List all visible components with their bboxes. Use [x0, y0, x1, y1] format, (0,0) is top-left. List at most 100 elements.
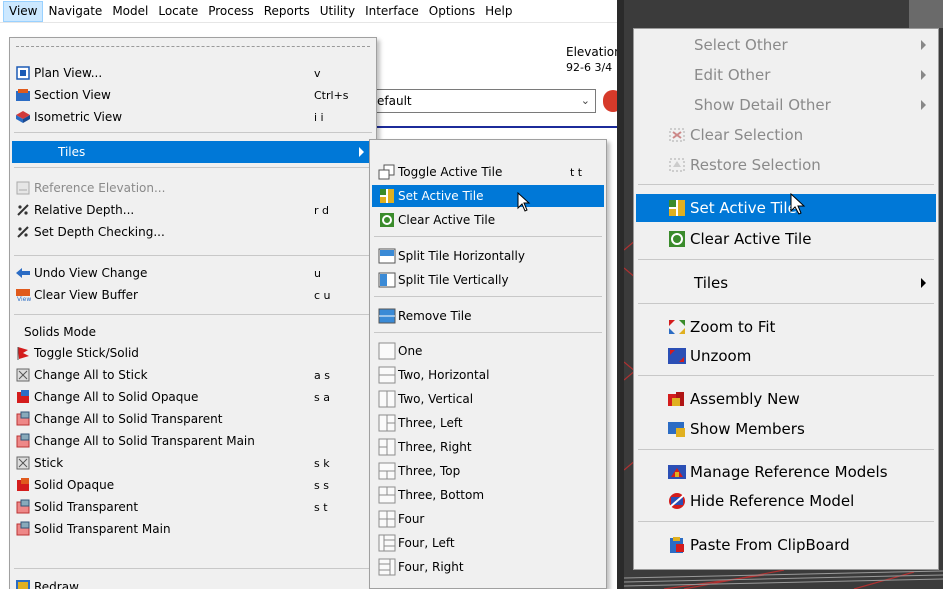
toggle-stick-solid-icon [14, 345, 32, 361]
ctx-item-clear-selection[interactable]: Clear Selection [636, 121, 936, 149]
svg-text:View: View [17, 296, 31, 302]
menu-item-reference-elevation[interactable]: Reference Elevation... [12, 177, 374, 199]
tiles-item-clear-active-tile[interactable]: Clear Active Tile [372, 209, 604, 231]
chevron-down-icon[interactable]: ⌄ [581, 90, 590, 112]
menu-locate[interactable]: Locate [153, 1, 203, 22]
show-members-icon [666, 419, 688, 439]
paste-clipboard-icon [666, 535, 688, 555]
ctx-item-hide-reference-model[interactable]: Hide Reference Model [636, 487, 936, 515]
menu-item-toggle-stick-solid[interactable]: Toggle Stick/Solid [12, 342, 374, 364]
tiles-item-three-right[interactable]: Three, Right [372, 436, 604, 458]
tiles-item-label: Four [398, 512, 425, 526]
menu-utility[interactable]: Utility [315, 1, 360, 22]
panel-divider [617, 0, 624, 589]
menu-separator [638, 303, 934, 304]
menu-navigate[interactable]: Navigate [43, 1, 107, 22]
menu-item-undo-view-change[interactable]: Undo View Change u [12, 262, 374, 284]
divider-line [370, 126, 617, 128]
ctx-item-label: Zoom to Fit [690, 318, 776, 336]
ctx-item-set-active-tile[interactable]: Set Active Tile [636, 194, 936, 222]
tiles-item-two-horizontal[interactable]: Two, Horizontal [372, 364, 604, 386]
layer-combo[interactable]: efault ⌄ [370, 89, 596, 113]
menu-item-label: Solid Transparent [34, 500, 139, 514]
tiles-item-set-active-tile[interactable]: Set Active Tile [372, 185, 604, 207]
ctx-item-show-detail-other[interactable]: Show Detail Other [636, 91, 936, 119]
menu-help[interactable]: Help [480, 1, 517, 22]
menu-item-plan-view[interactable]: Plan View... v [12, 62, 374, 84]
menu-item-change-all-solid-opaque[interactable]: Change All to Solid Opaque s a [12, 386, 374, 408]
menu-separator [14, 167, 372, 168]
ctx-item-restore-selection[interactable]: Restore Selection [636, 151, 936, 179]
menu-item-shortcut: c u [314, 288, 331, 302]
menu-item-change-all-solid-transparent[interactable]: Change All to Solid Transparent [12, 408, 374, 430]
app-window-left: View Navigate Model Locate Process Repor… [0, 0, 617, 589]
ctx-item-assembly-new[interactable]: Assembly New [636, 385, 936, 413]
menu-options[interactable]: Options [424, 1, 480, 22]
ctx-item-unzoom[interactable]: Unzoom [636, 342, 936, 370]
menu-interface[interactable]: Interface [360, 1, 424, 22]
tiles-item-three-top[interactable]: Three, Top [372, 460, 604, 482]
menu-item-change-all-solid-transparent-main[interactable]: Change All to Solid Transparent Main [12, 430, 374, 452]
submenu-arrow-icon [359, 147, 364, 157]
tiles-item-remove-tile[interactable]: Remove Tile [372, 305, 604, 327]
menu-item-clear-view-buffer[interactable]: View Clear View Buffer c u [12, 284, 374, 306]
clear-selection-icon [666, 125, 688, 145]
tiles-item-split-horizontally[interactable]: Split Tile Horizontally [372, 245, 604, 267]
change-all-solid-transparent-main-icon [14, 433, 32, 449]
menu-bar: View Navigate Model Locate Process Repor… [0, 0, 617, 23]
menu-item-stick[interactable]: Stick s k [12, 452, 374, 474]
menu-item-set-depth-checking[interactable]: Set Depth Checking... [12, 221, 374, 243]
ctx-item-manage-reference-models[interactable]: Manage Reference Models [636, 458, 936, 486]
ctx-item-edit-other[interactable]: Edit Other [636, 61, 936, 89]
elevation-label: Elevation [566, 45, 617, 59]
menu-item-tiles[interactable]: Tiles [12, 141, 374, 163]
ctx-item-label: Clear Active Tile [690, 230, 812, 248]
cad-viewport[interactable]: Select Other Edit Other Show Detail Othe… [624, 0, 943, 589]
menu-separator [374, 332, 602, 333]
ctx-item-paste-from-clipboard[interactable]: Paste From ClipBoard [636, 531, 936, 559]
menu-item-redraw[interactable]: Redraw [12, 576, 374, 589]
ctx-item-show-members[interactable]: Show Members [636, 415, 936, 443]
menu-reports[interactable]: Reports [259, 1, 315, 22]
tiles-item-four[interactable]: Four [372, 508, 604, 530]
menu-separator [14, 255, 372, 256]
redraw-icon [14, 579, 32, 589]
menu-model[interactable]: Model [107, 1, 153, 22]
ctx-item-label: Clear Selection [690, 126, 804, 144]
menu-item-solid-transparent-main[interactable]: Solid Transparent Main [12, 518, 374, 540]
elevation-value: 92-6 3/4 [566, 61, 613, 74]
tiles-item-three-bottom[interactable]: Three, Bottom [372, 484, 604, 506]
ctx-item-label: Tiles [694, 274, 729, 292]
assembly-new-icon [666, 389, 688, 409]
layout-two-vertical-icon [378, 390, 396, 408]
menu-item-relative-depth[interactable]: Relative Depth... r d [12, 199, 374, 221]
toggle-tile-icon [378, 163, 396, 181]
tiles-item-one[interactable]: One [372, 340, 604, 362]
menu-item-shortcut: a s [314, 368, 330, 382]
menu-item-change-all-to-stick[interactable]: Change All to Stick a s [12, 364, 374, 386]
ctx-item-zoom-to-fit[interactable]: Zoom to Fit [636, 313, 936, 341]
ctx-item-select-other[interactable]: Select Other [636, 31, 936, 59]
menu-item-section-view[interactable]: Section View Ctrl+s [12, 84, 374, 106]
menu-item-solid-opaque[interactable]: Solid Opaque s s [12, 474, 374, 496]
menu-item-label: Change All to Solid Transparent Main [34, 434, 255, 448]
layout-one-icon [378, 342, 396, 360]
tiles-item-two-vertical[interactable]: Two, Vertical [372, 388, 604, 410]
stop-button[interactable] [603, 90, 617, 112]
menu-item-solid-transparent[interactable]: Solid Transparent s t [12, 496, 374, 518]
menu-item-isometric-view[interactable]: Isometric View i i [12, 106, 374, 128]
tiles-item-four-left[interactable]: Four, Left [372, 532, 604, 554]
ctx-item-tiles[interactable]: Tiles [636, 269, 936, 297]
menu-process[interactable]: Process [203, 1, 259, 22]
tiles-item-three-left[interactable]: Three, Left [372, 412, 604, 434]
tiles-item-label: Three, Top [398, 464, 461, 478]
menu-item-label: Reference Elevation... [34, 181, 166, 195]
submenu-arrow-icon [921, 100, 926, 110]
ctx-item-clear-active-tile[interactable]: Clear Active Tile [636, 225, 936, 253]
menu-view[interactable]: View [3, 0, 44, 22]
ctx-item-label: Set Active Tile [690, 199, 797, 217]
tiles-item-split-vertically[interactable]: Split Tile Vertically [372, 269, 604, 291]
tiles-item-four-right[interactable]: Four, Right [372, 556, 604, 578]
tiles-item-toggle-active-tile[interactable]: Toggle Active Tile t t [372, 161, 604, 183]
tear-off-line[interactable] [16, 46, 370, 47]
